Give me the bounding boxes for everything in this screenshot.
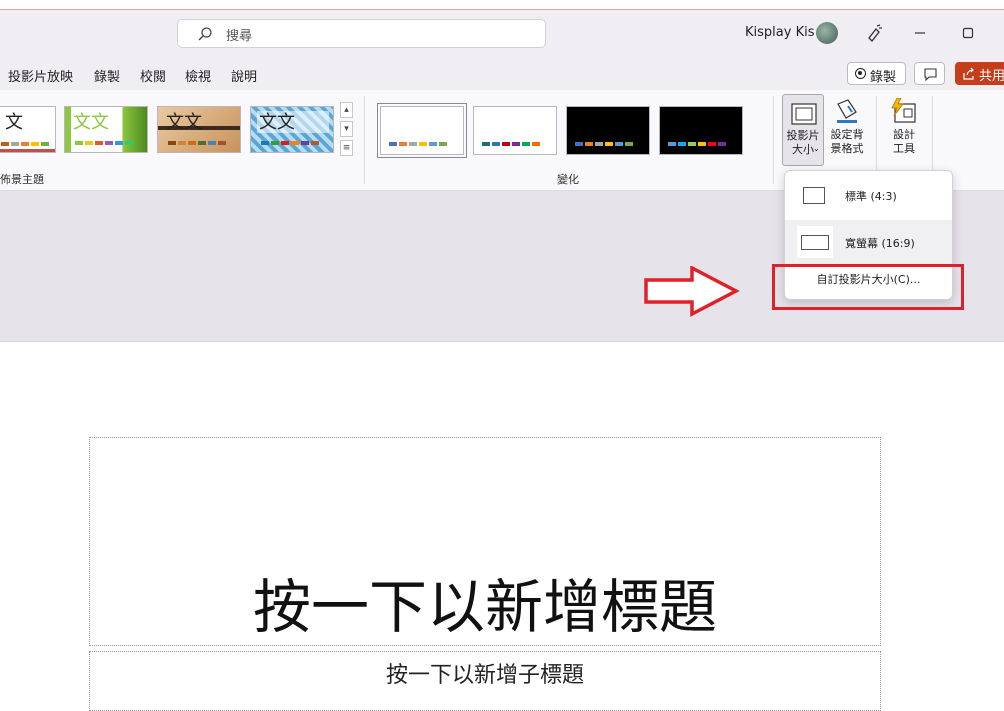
variants-group-label: 變化 <box>557 173 579 186</box>
minimize-icon[interactable] <box>910 23 930 43</box>
variant-thumb-3[interactable] <box>566 106 650 155</box>
avatar[interactable] <box>816 22 838 44</box>
title-placeholder-text: 按一下以新增標題 <box>252 573 717 641</box>
chevron-down-icon: ⌄ <box>813 144 820 153</box>
variant-thumb-4[interactable] <box>659 106 743 155</box>
standard-ratio-icon <box>803 187 825 204</box>
designer-label: 設計 工具 <box>893 128 915 155</box>
pen-icon[interactable] <box>864 23 884 43</box>
themes-scroll-up[interactable]: ▴ <box>340 102 353 118</box>
format-background-label: 設定背 景格式 <box>830 128 864 155</box>
standard-label: 標準 (4:3) <box>845 190 897 203</box>
themes-more[interactable]: ≡ <box>340 140 353 156</box>
title-placeholder[interactable]: 按一下以新增標題 <box>89 437 881 646</box>
share-label: 共用 <box>979 69 1004 84</box>
format-background-button[interactable]: 設定背 景格式 <box>826 94 868 166</box>
theme-thumb-1-text: 文 <box>5 112 23 133</box>
ribbon-separator <box>773 96 774 184</box>
ribbon-separator <box>364 96 365 184</box>
subtitle-placeholder-text: 按一下以新增子標題 <box>385 663 584 688</box>
slide-size-button[interactable]: 投影片 大小 ⌄ <box>782 94 824 166</box>
user-name[interactable]: Kisplay Kis <box>745 25 814 40</box>
menu-slideshow[interactable]: 投影片放映 <box>8 66 73 85</box>
menu-view[interactable]: 檢視 <box>185 66 211 85</box>
theme-thumb-4[interactable]: 文文 <box>250 106 334 153</box>
widescreen-option[interactable]: 寬螢幕 (16:9) <box>785 220 952 264</box>
standard-option[interactable]: 標準 (4:3) <box>785 173 952 217</box>
comment-icon <box>924 68 937 82</box>
theme-thumb-2-text: 文文 <box>73 112 109 133</box>
widescreen-label: 寬螢幕 (16:9) <box>845 237 915 250</box>
theme-thumb-1[interactable]: 文 <box>0 106 56 153</box>
menu-review[interactable]: 校閱 <box>140 66 166 85</box>
slide-size-icon <box>791 103 817 125</box>
variant-thumb-1[interactable] <box>377 103 467 158</box>
comment-button[interactable] <box>914 62 945 85</box>
widescreen-ratio-icon <box>801 235 829 250</box>
variant-thumb-2[interactable] <box>473 106 557 155</box>
designer-icon <box>891 98 916 123</box>
record-icon <box>855 68 866 79</box>
record-button[interactable]: 錄製 <box>847 62 906 85</box>
designer-button[interactable]: 設計 工具 <box>882 94 926 166</box>
subtitle-placeholder[interactable]: 按一下以新增子標題 <box>89 651 881 711</box>
theme-thumb-3[interactable]: 文文 <box>157 106 241 153</box>
theme-thumb-4-text: 文文 <box>259 112 295 133</box>
record-label: 錄製 <box>870 70 897 85</box>
themes-group-label: 佈景主題 <box>0 173 44 186</box>
red-arrow-icon <box>644 266 740 317</box>
share-button[interactable]: 共用 <box>955 62 1004 85</box>
maximize-icon[interactable] <box>958 23 978 43</box>
highlight-rectangle <box>772 264 964 310</box>
theme-thumb-2[interactable]: 文文 <box>64 106 148 153</box>
search-placeholder: 搜尋 <box>226 29 253 44</box>
menu-record[interactable]: 錄製 <box>94 66 120 85</box>
themes-scroll-down[interactable]: ▾ <box>340 121 353 137</box>
theme-thumb-3-text: 文文 <box>166 112 202 133</box>
paint-bucket-icon <box>837 99 857 123</box>
window-top-edge <box>0 0 1004 10</box>
search-icon <box>198 27 212 41</box>
share-icon <box>963 67 974 80</box>
search-box[interactable]: 搜尋 <box>177 19 546 48</box>
menu-help[interactable]: 說明 <box>231 66 257 85</box>
